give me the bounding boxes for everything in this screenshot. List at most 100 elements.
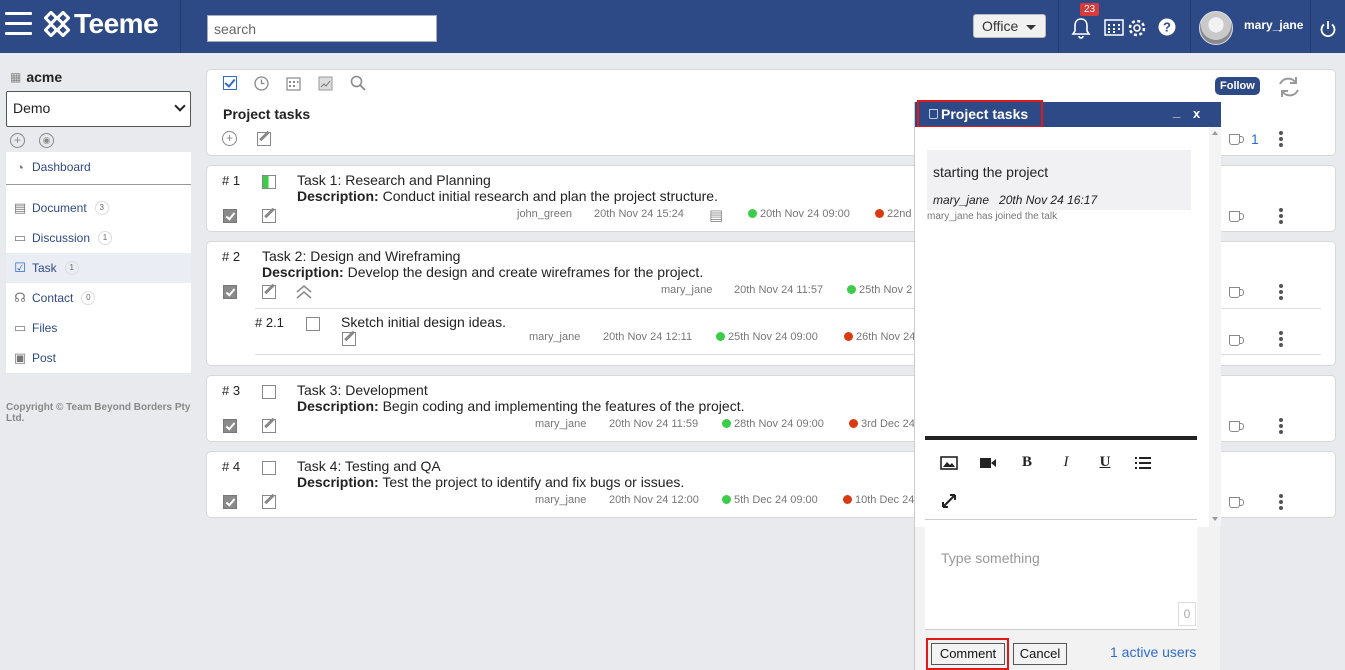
start-dot-icon (847, 285, 856, 294)
sidebar-item-label: Document (32, 201, 87, 215)
end-dot-icon (844, 332, 853, 341)
task-checkbox[interactable] (262, 385, 276, 399)
task-progress-checkbox[interactable] (262, 175, 276, 189)
username[interactable]: mary_jane (1244, 18, 1303, 32)
italic-icon[interactable]: I (1056, 454, 1076, 472)
system-note: mary_jane has joined the talk (927, 211, 1058, 222)
space-dropdown[interactable]: Office (973, 14, 1046, 38)
sidebar-item-post[interactable]: ▣ Post (6, 343, 191, 373)
complete-icon[interactable] (223, 495, 237, 509)
notes-icon[interactable]: ▤ (709, 206, 723, 224)
description-text: Test the project to identify and fix bug… (378, 474, 685, 490)
count-badge: 0 (81, 291, 96, 305)
comment-button[interactable]: Comment (931, 643, 1005, 665)
sidebar-item-task[interactable]: ☑ Task 1 (6, 253, 191, 283)
gear-icon[interactable] (1127, 18, 1147, 38)
task-title[interactable]: Task 1: Research and Planning (297, 172, 491, 188)
edit-icon[interactable] (262, 495, 276, 509)
add-icon[interactable]: + (10, 133, 25, 148)
talk-icon[interactable] (1229, 421, 1244, 432)
minimize-button[interactable]: _ (1173, 104, 1180, 119)
scroll-up-icon[interactable] (1212, 131, 1218, 135)
start-dot-icon (722, 495, 731, 504)
edit-icon[interactable] (262, 209, 276, 223)
scroll-down-icon[interactable] (1212, 517, 1218, 521)
description-label: Description: (297, 474, 379, 490)
brand-logo[interactable]: Teeme (44, 8, 159, 40)
start-date: 20th Nov 24 09:00 (760, 208, 850, 220)
end-dot-icon (875, 209, 884, 218)
task-checkbox[interactable] (262, 461, 276, 475)
subtask-checkbox[interactable] (306, 317, 320, 331)
edit-icon[interactable] (262, 419, 276, 433)
bell-icon[interactable] (1071, 17, 1091, 39)
subtask-start: 25th Nov 24 09:00 (716, 331, 818, 343)
power-icon[interactable] (1319, 20, 1337, 38)
add-task-icon[interactable]: + (222, 131, 237, 146)
search-icon[interactable] (350, 75, 366, 91)
talk-count[interactable]: 1 (1251, 131, 1259, 147)
task-title[interactable]: Task 2: Design and Wireframing (262, 248, 460, 264)
expand-icon[interactable] (939, 492, 959, 510)
complete-icon[interactable] (223, 209, 237, 223)
help-icon[interactable]: ? (1158, 18, 1176, 36)
gantt-icon[interactable] (318, 76, 333, 91)
close-button[interactable]: x (1193, 106, 1200, 121)
avatar[interactable] (1199, 11, 1233, 45)
task-description: Description: Test the project to identif… (297, 474, 684, 490)
tasks-view-icon[interactable] (223, 76, 237, 90)
complete-icon[interactable] (223, 285, 237, 299)
talk-icon[interactable] (1229, 335, 1244, 346)
more-options-icon[interactable] (1279, 331, 1283, 347)
clock-icon[interactable] (254, 76, 269, 91)
more-options-icon[interactable] (1279, 418, 1283, 434)
workspace-select[interactable]: Demo (6, 91, 191, 127)
svg-text:?: ? (1163, 20, 1171, 35)
list-icon[interactable] (1133, 454, 1153, 472)
description-text: Begin coding and implementing the featur… (378, 398, 745, 414)
sidebar-item-files[interactable]: ▭ Files (6, 313, 191, 343)
task-start: 25th Nov 2 (847, 284, 912, 296)
divider (1058, 0, 1059, 53)
task-description: Description: Develop the design and crea… (262, 264, 703, 280)
talk-icon[interactable] (1229, 497, 1244, 508)
talk-icon[interactable] (1229, 134, 1244, 145)
sidebar-item-document[interactable]: ▤ Document 3 (6, 193, 191, 223)
bold-icon[interactable]: B (1017, 454, 1037, 472)
eye-icon[interactable]: ◉ (39, 133, 54, 148)
talk-icon (929, 109, 938, 119)
underline-icon[interactable]: U (1095, 454, 1115, 472)
more-options-icon[interactable] (1279, 494, 1283, 510)
video-icon[interactable] (978, 454, 998, 472)
subtask-title[interactable]: Sketch initial design ideas. (341, 314, 506, 330)
cancel-button[interactable]: Cancel (1013, 643, 1067, 665)
image-icon[interactable] (939, 454, 959, 472)
calendar-icon[interactable] (1104, 18, 1124, 36)
sidebar-item-dashboard[interactable]: ◔ Dashboard (6, 152, 191, 182)
complete-icon[interactable] (223, 419, 237, 433)
task-start: 28th Nov 24 09:00 (722, 418, 824, 430)
search-input[interactable] (207, 15, 437, 42)
edit-icon[interactable] (257, 132, 271, 146)
edit-icon[interactable] (262, 285, 276, 299)
calendar-icon[interactable] (286, 76, 301, 91)
more-options-icon[interactable] (1279, 208, 1283, 224)
menu-icon[interactable] (5, 12, 32, 36)
more-options-icon[interactable] (1279, 284, 1283, 300)
comment-input[interactable]: Type something (941, 550, 1040, 566)
talk-icon[interactable] (1229, 287, 1244, 298)
description-label: Description: (262, 264, 344, 280)
refresh-icon[interactable] (1276, 75, 1302, 99)
active-users-link[interactable]: 1 active users (1110, 644, 1196, 660)
sidebar-item-discussion[interactable]: ▭ Discussion 1 (6, 223, 191, 253)
talk-icon[interactable] (1229, 211, 1244, 222)
edit-icon[interactable] (342, 332, 356, 346)
collapse-icon[interactable] (295, 283, 313, 301)
message-time: 20th Nov 24 16:17 (999, 193, 1098, 207)
scrollbar[interactable] (1209, 127, 1221, 527)
follow-button[interactable]: Follow (1215, 77, 1260, 95)
more-options-icon[interactable] (1279, 131, 1283, 147)
sidebar-item-contact[interactable]: ☊ Contact 0 (6, 283, 191, 313)
task-title[interactable]: Task 4: Testing and QA (297, 458, 441, 474)
task-title[interactable]: Task 3: Development (297, 382, 428, 398)
